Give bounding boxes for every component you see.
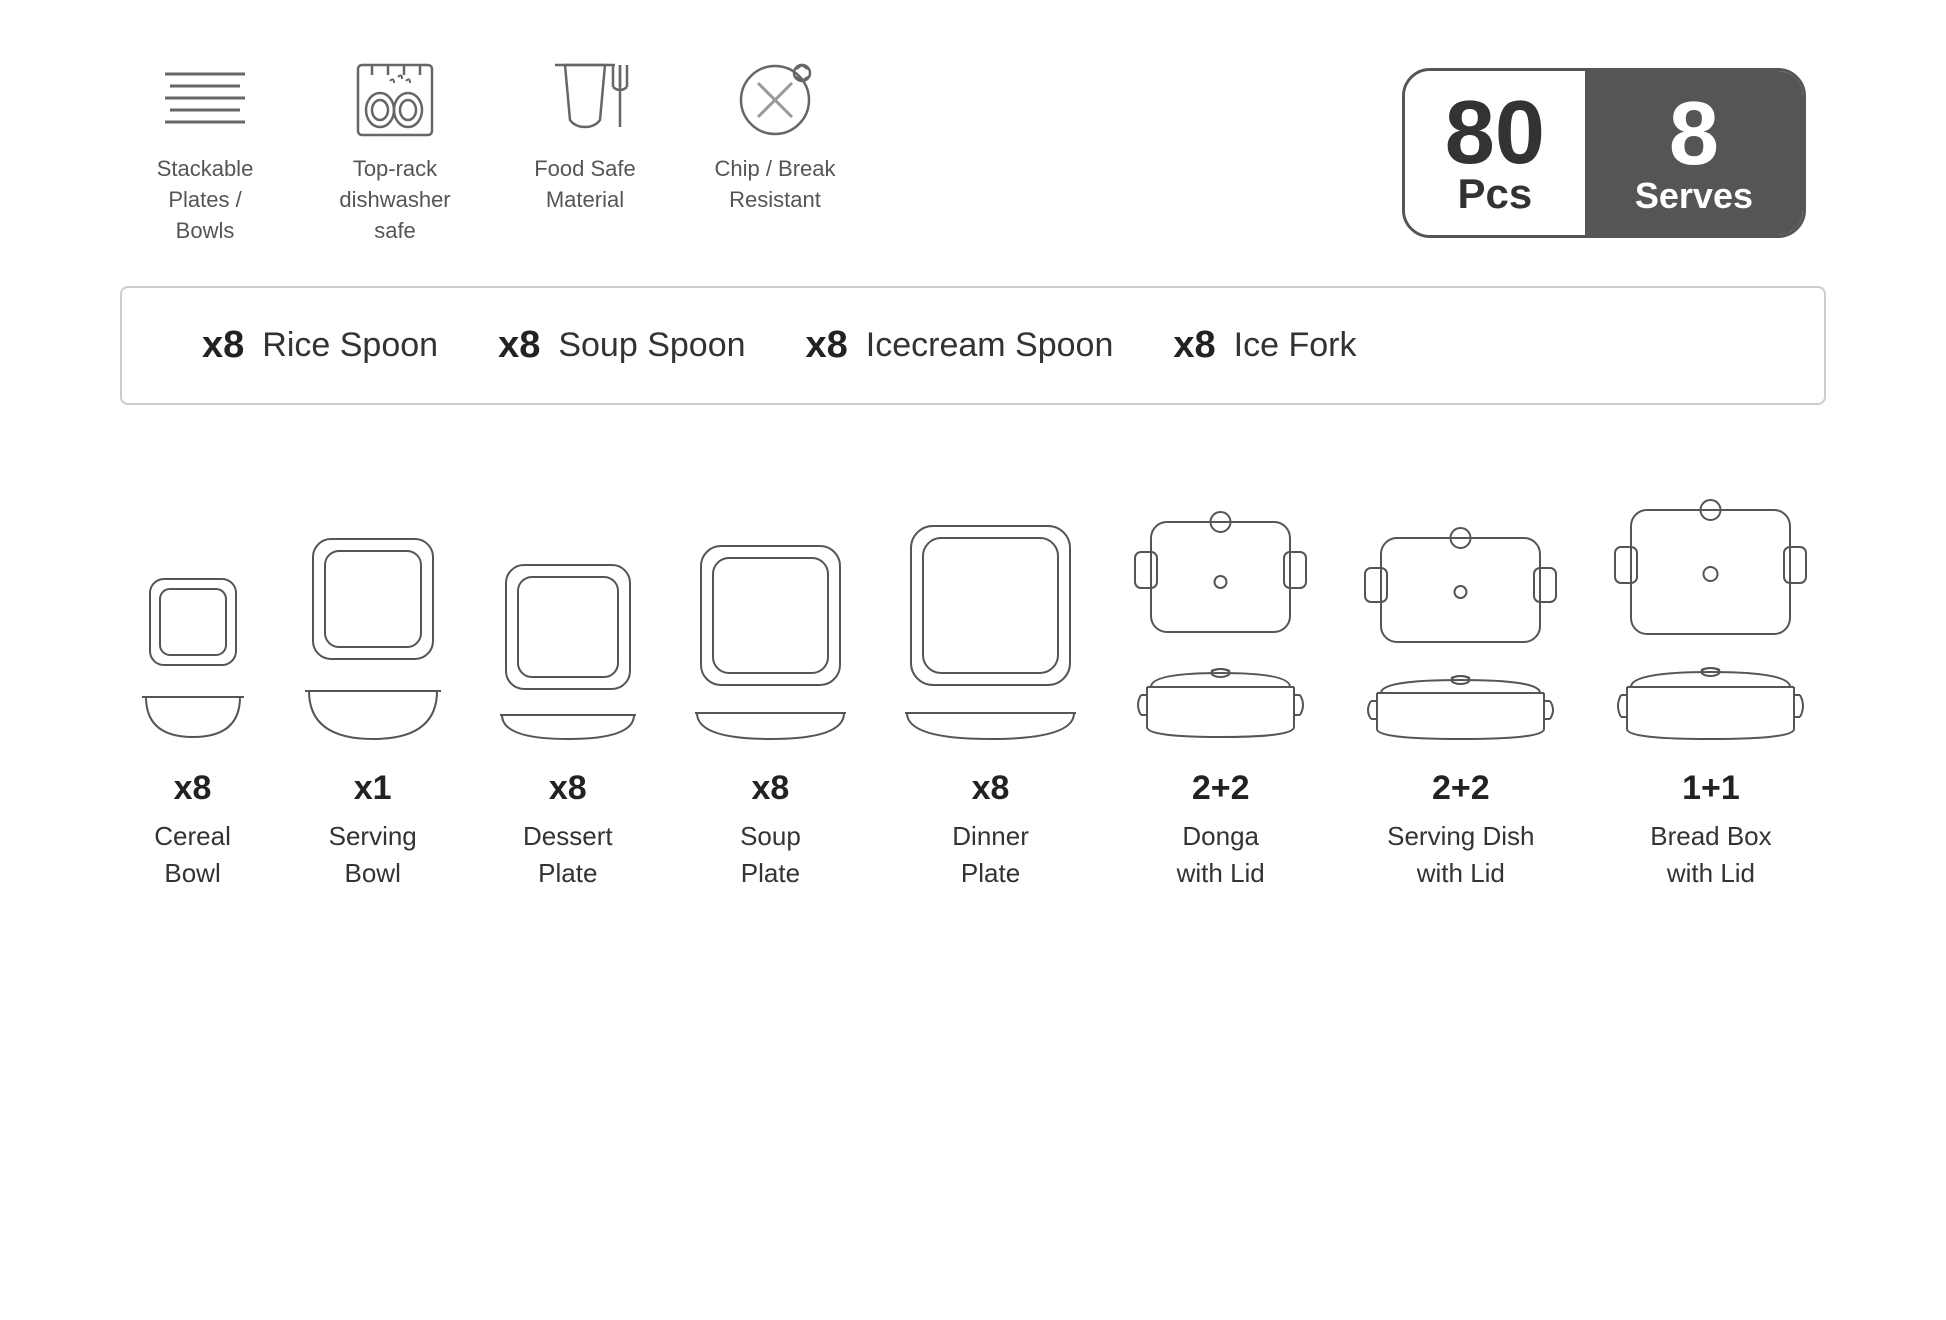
pcs-label: Pcs [1457, 170, 1532, 218]
serving-dish-name: Serving Dishwith Lid [1387, 818, 1534, 891]
features-list: StackablePlates / Bowls [140, 60, 840, 246]
cutlery-row: x8 Rice Spoon x8 Soup Spoon x8 Icecream … [120, 286, 1826, 405]
ice-fork-name: Ice Fork [1234, 326, 1357, 365]
serving-bowl-count: x1 [354, 769, 392, 808]
dinner-plate-drawings [903, 465, 1078, 745]
dessert-plate-count: x8 [549, 769, 587, 808]
top-section: StackablePlates / Bowls [80, 60, 1866, 246]
dishwasher-icon [355, 60, 435, 140]
feature-stackable: StackablePlates / Bowls [140, 60, 270, 246]
serves-number: 8 [1669, 89, 1719, 179]
dishwasher-label: Top-rackdishwasher safe [330, 154, 460, 246]
item-serving-bowl: x1 ServingBowl [303, 465, 443, 891]
item-dessert-plate: x8 DessertPlate [498, 465, 638, 891]
item-bread-box: 1+1 Bread Boxwith Lid [1613, 465, 1808, 891]
donga-drawings [1133, 465, 1308, 745]
cereal-bowl-drawings [138, 465, 248, 745]
soup-spoon-name: Soup Spoon [558, 326, 745, 365]
serving-bowl-drawings [303, 465, 443, 745]
feature-food-safe: Food SafeMaterial [520, 60, 650, 216]
chip-break-label: Chip / BreakResistant [714, 154, 835, 216]
item-dinner-plate: x8 DinnerPlate [903, 465, 1078, 891]
feature-dishwasher: Top-rackdishwasher safe [330, 60, 460, 246]
serves-label: Serves [1635, 175, 1753, 217]
stackable-icon [165, 60, 245, 140]
serves-badge: 80 Pcs 8 Serves [1402, 68, 1806, 238]
rice-spoon-name: Rice Spoon [262, 326, 438, 365]
food-safe-label: Food SafeMaterial [534, 154, 636, 216]
food-safe-icon [545, 60, 625, 140]
cutlery-soup-spoon: x8 Soup Spoon [498, 324, 745, 367]
badge-pcs: 80 Pcs [1405, 71, 1585, 235]
cereal-bowl-name: CerealBowl [154, 818, 231, 891]
bread-box-name: Bread Boxwith Lid [1650, 818, 1771, 891]
dinner-plate-name: DinnerPlate [952, 818, 1029, 891]
item-cereal-bowl: x8 CerealBowl [138, 465, 248, 891]
bread-box-drawings [1613, 465, 1808, 745]
items-grid: x8 CerealBowl x1 ServingBowl [80, 445, 1866, 891]
icecream-spoon-count: x8 [806, 324, 848, 367]
donga-name: Dongawith Lid [1177, 818, 1265, 891]
serving-dish-drawings [1363, 465, 1558, 745]
cereal-bowl-count: x8 [174, 769, 212, 808]
item-donga: 2+2 Dongawith Lid [1133, 465, 1308, 891]
item-soup-plate: x8 SoupPlate [693, 465, 848, 891]
cutlery-ice-fork: x8 Ice Fork [1173, 324, 1356, 367]
serving-bowl-name: ServingBowl [329, 818, 417, 891]
soup-plate-name: SoupPlate [740, 818, 801, 891]
badge-serves: 8 Serves [1585, 71, 1803, 235]
icecream-spoon-name: Icecream Spoon [866, 326, 1114, 365]
feature-chip-break: Chip / BreakResistant [710, 60, 840, 216]
soup-spoon-count: x8 [498, 324, 540, 367]
rice-spoon-count: x8 [202, 324, 244, 367]
cutlery-icecream-spoon: x8 Icecream Spoon [806, 324, 1114, 367]
dessert-plate-name: DessertPlate [523, 818, 613, 891]
dessert-plate-drawings [498, 465, 638, 745]
serving-dish-count: 2+2 [1432, 769, 1490, 808]
dinner-plate-count: x8 [972, 769, 1010, 808]
item-serving-dish: 2+2 Serving Dishwith Lid [1363, 465, 1558, 891]
chip-break-icon [735, 60, 815, 140]
ice-fork-count: x8 [1173, 324, 1215, 367]
soup-plate-drawings [693, 465, 848, 745]
stackable-label: StackablePlates / Bowls [140, 154, 270, 246]
page: StackablePlates / Bowls [0, 0, 1946, 1320]
bread-box-count: 1+1 [1682, 769, 1740, 808]
soup-plate-count: x8 [752, 769, 790, 808]
cutlery-rice-spoon: x8 Rice Spoon [202, 324, 438, 367]
pcs-number: 80 [1445, 88, 1545, 178]
donga-count: 2+2 [1192, 769, 1250, 808]
